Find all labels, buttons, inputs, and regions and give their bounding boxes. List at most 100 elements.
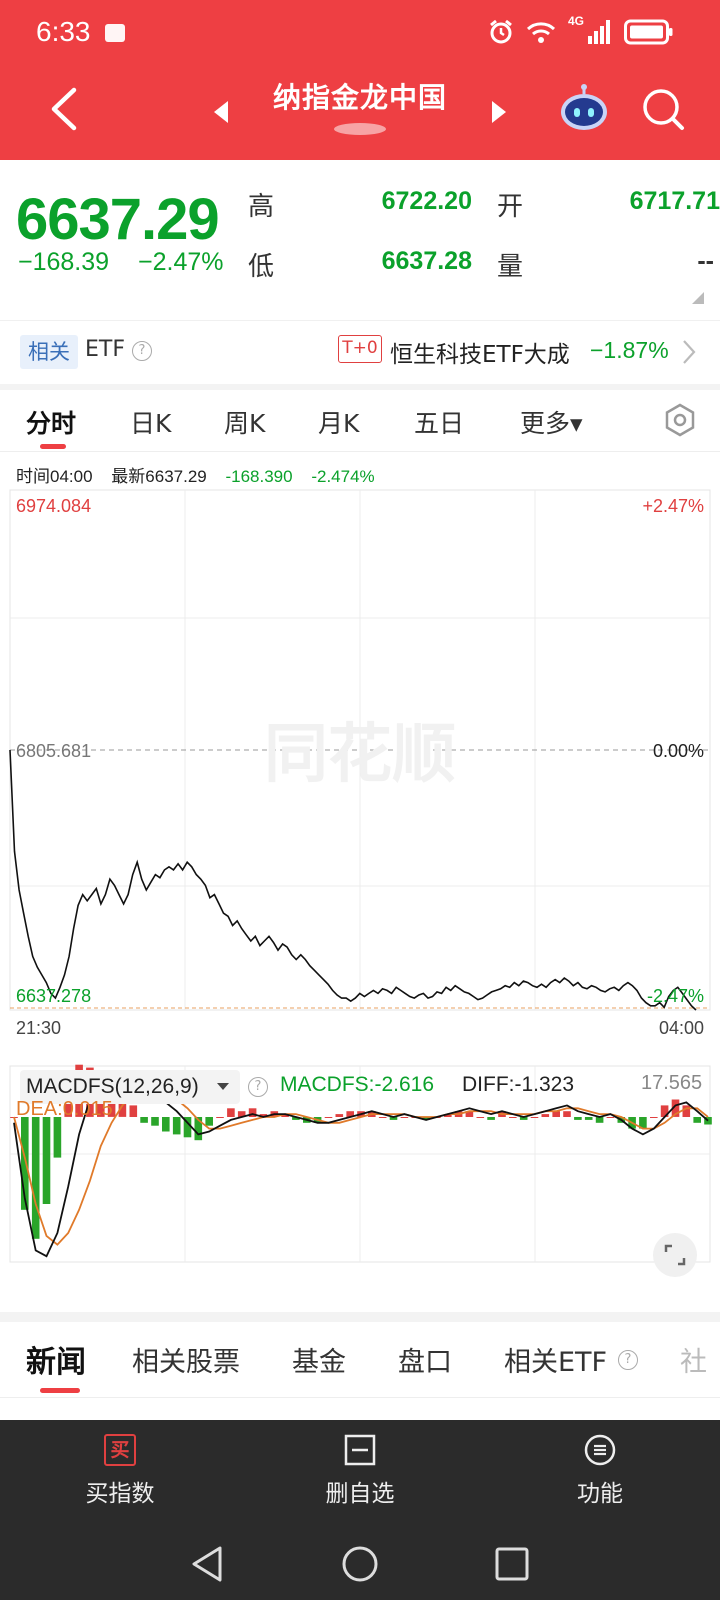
dea-readout: DEA:0.015	[16, 1098, 113, 1121]
macd-bar-46	[509, 1117, 517, 1118]
tab-order-book[interactable]: 盘口	[398, 1340, 452, 1379]
remove-watchlist-label: 删自选	[325, 1481, 395, 1507]
tab-news[interactable]: 新闻	[26, 1337, 86, 1381]
macd-bar-2	[31, 1117, 40, 1239]
diff-readout: DIFF:-1.323	[462, 1073, 574, 1097]
info-latest: 最新6637.29	[111, 467, 207, 486]
y-tick-right-bottom: -2.47%	[647, 986, 704, 1006]
etf-label: ETF	[85, 337, 125, 362]
indicator-help-icon[interactable]: ?	[248, 1077, 268, 1097]
tab-funds[interactable]: 基金	[292, 1340, 346, 1379]
info-change-pct: -2.474%	[311, 467, 375, 486]
macdfs-label: MACDFS:	[280, 1073, 375, 1096]
notification-icon	[105, 24, 125, 42]
price-change-pct: −2.47%	[138, 248, 224, 276]
tab-daily-k[interactable]: 日K	[130, 404, 171, 440]
high-value: 6722.20	[381, 187, 472, 215]
y-tick-bottom: 6637.278	[16, 986, 91, 1006]
volume-value: --	[697, 247, 714, 275]
x-tick-end: 04:00	[659, 1018, 704, 1038]
nav-row: 纳指金龙中国	[0, 62, 720, 160]
macd-bar-15	[172, 1117, 181, 1135]
news-tab-underline	[40, 1388, 80, 1393]
chart-tabs: 分时 日K 周K 月K 五日 更多▾	[0, 390, 720, 452]
related-etf-help-icon[interactable]: ?	[618, 1350, 638, 1370]
indicator-name: MACDFS(12,26,9)	[26, 1075, 199, 1098]
settings-icon[interactable]	[662, 402, 698, 438]
info-change: -168.390	[225, 467, 293, 486]
intraday-info: 时间04:00 最新6637.29 -168.390 -2.474%	[16, 462, 389, 487]
news-tabs: 新闻 相关股票 基金 盘口 相关ETF ? 社	[0, 1322, 720, 1398]
expand-triangle-icon[interactable]	[692, 292, 704, 304]
buy-index-button[interactable]: 买 买指数	[50, 1434, 190, 1508]
help-icon[interactable]: ?	[132, 341, 152, 361]
chevron-right-icon[interactable]	[682, 339, 696, 365]
tab-related-stocks[interactable]: 相关股票	[132, 1340, 240, 1379]
y-tick-right-ref: 0.00%	[653, 741, 704, 761]
y-tick-right-top: +2.47%	[642, 496, 704, 516]
wifi-icon	[526, 22, 556, 43]
y-tick-top: 6974.084	[16, 496, 91, 516]
etf-name[interactable]: 恒生科技ETF大成	[390, 335, 570, 369]
buy-index-label: 买指数	[85, 1481, 155, 1507]
function-button[interactable]: 功能	[530, 1434, 670, 1508]
chart-area[interactable]: 同花顺 6974.084 6805.681 6637.278 +2.47% 0.00% -…	[0, 488, 720, 1288]
macd-bar-55	[606, 1117, 615, 1118]
macd-bar-63	[693, 1117, 701, 1123]
divider	[0, 1312, 720, 1322]
macd-bar-59	[650, 1117, 658, 1118]
dropdown-icon	[217, 1083, 229, 1090]
prev-index-icon[interactable]	[210, 98, 232, 126]
menu-circle-icon	[584, 1434, 616, 1466]
remove-watchlist-button[interactable]: 删自选	[290, 1434, 430, 1508]
diff-value: -1.323	[514, 1073, 575, 1096]
tab-five-day[interactable]: 五日	[414, 404, 464, 440]
chart-svg[interactable]: 同花顺 6974.084 6805.681 6637.278 +2.47% 0.00% -…	[0, 488, 720, 1288]
fullscreen-icon[interactable]	[652, 1232, 698, 1278]
nav-home-icon[interactable]	[340, 1544, 380, 1584]
macd-bar-51	[563, 1111, 571, 1117]
macd-bar-11	[129, 1105, 138, 1117]
back-arrow-icon[interactable]	[44, 84, 84, 134]
quote-panel: 6637.29 −168.39 −2.47% 高 6722.20 低 6637.…	[0, 160, 720, 318]
macd-bar-43	[476, 1117, 485, 1118]
search-icon[interactable]	[640, 86, 686, 132]
macd-bar-3	[42, 1117, 51, 1204]
macd-bar-4	[53, 1117, 62, 1158]
nav-back-icon[interactable]	[190, 1544, 224, 1584]
buy-icon: 买	[104, 1434, 136, 1466]
y-tick-ref: 6805.681	[16, 741, 91, 761]
related-etf-row[interactable]: 相关 ETF ? T+0 恒生科技ETF大成 −1.87%	[0, 320, 720, 384]
macd-bar-20	[227, 1108, 235, 1117]
robot-assistant-icon[interactable]	[558, 82, 610, 134]
tab-related-etf[interactable]: 相关ETF	[504, 1340, 607, 1379]
system-nav-bar	[0, 1530, 720, 1600]
bottom-action-bar: 买 买指数 删自选 功能	[0, 1420, 720, 1530]
function-label: 功能	[577, 1481, 623, 1507]
tab-weekly-k[interactable]: 周K	[224, 404, 265, 440]
related-badge: 相关	[20, 335, 78, 369]
status-bar: 6:33 4G	[0, 0, 720, 62]
page-title: 纳指金龙中国	[272, 81, 447, 114]
dea-label: DEA:	[16, 1098, 63, 1120]
tab-monthly-k[interactable]: 月K	[318, 404, 359, 440]
info-time: 时间04:00	[16, 467, 93, 486]
nav-recent-icon[interactable]	[494, 1546, 530, 1582]
tab-intraday[interactable]: 分时	[26, 404, 76, 440]
status-icons: 4G	[488, 14, 674, 46]
macd-bar-12	[140, 1117, 148, 1123]
macd-bar-13	[151, 1117, 159, 1126]
macd-bar-53	[584, 1117, 593, 1120]
macd-bar-49	[541, 1114, 550, 1117]
tab-community[interactable]: 社	[680, 1340, 707, 1379]
subtitle-placeholder	[334, 123, 386, 135]
macd-bar-30	[335, 1114, 344, 1117]
next-index-icon[interactable]	[488, 98, 510, 126]
status-time: 6:33	[36, 16, 91, 47]
high-label: 高	[248, 192, 275, 222]
macd-top-value: 17.565	[641, 1072, 703, 1094]
macd-bar-52	[574, 1117, 582, 1120]
tab-more[interactable]: 更多▾	[520, 404, 583, 440]
tab-underline	[40, 444, 66, 449]
macd-bar-18	[205, 1117, 213, 1126]
